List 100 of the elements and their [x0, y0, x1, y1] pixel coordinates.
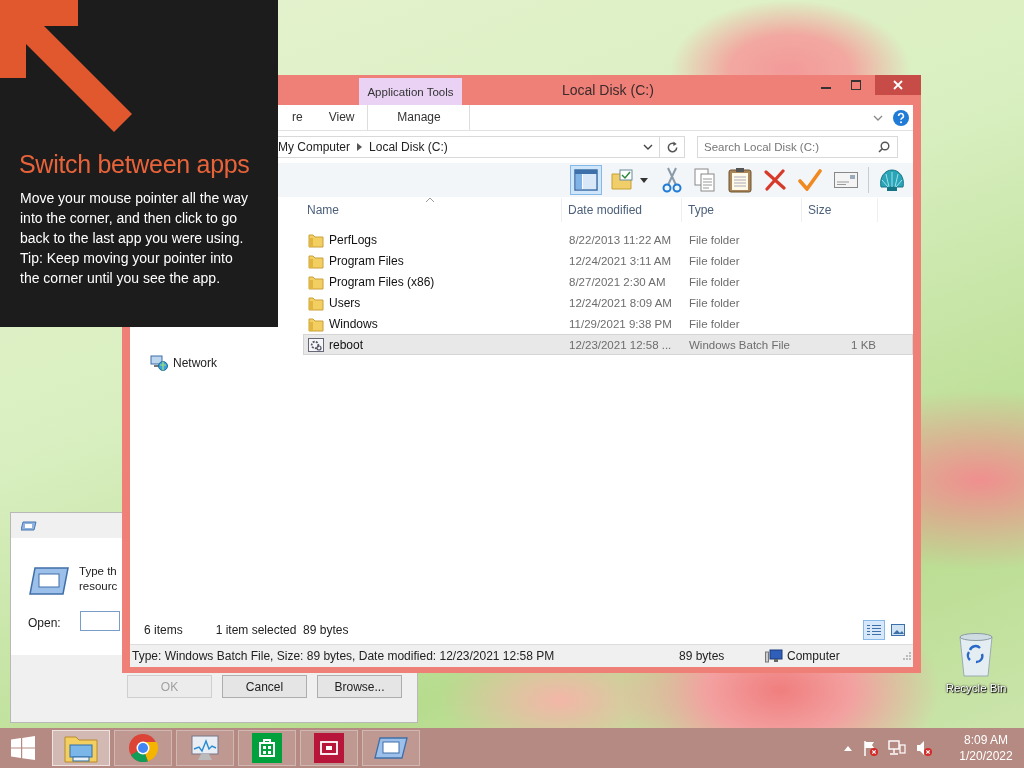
speaker-icon[interactable]	[916, 740, 932, 756]
context-tab-group: Application Tools	[359, 78, 462, 105]
computer-icon	[765, 649, 783, 663]
search-icon	[878, 141, 890, 153]
type-cell-text: File folder	[688, 254, 741, 267]
taskbar-button[interactable]	[52, 730, 110, 766]
batch-file-icon	[308, 336, 324, 353]
taskbar-button[interactable]	[176, 730, 234, 766]
file-row[interactable]: PerfLogs 8/22/2013 11:22 AM File folder	[303, 229, 913, 250]
file-name: Users	[329, 295, 361, 310]
layout-panel-icon	[574, 169, 598, 191]
tip-title: Switch between apps	[19, 150, 250, 179]
run-window-icon	[374, 736, 408, 760]
folder-icon	[308, 294, 324, 311]
copy-icon	[694, 168, 716, 192]
dialog-button[interactable]: Browse...	[317, 675, 402, 698]
file-row[interactable]: Program Files (x86) 8/27/2021 2:30 AM File folder	[303, 271, 913, 292]
chart-monitor-icon	[190, 734, 220, 762]
column-header[interactable]: Type	[682, 198, 802, 222]
screen-icon	[314, 733, 344, 763]
date-cell-text: 12/23/2021 12:58 ...	[568, 338, 673, 351]
open-label: Open:	[28, 616, 61, 630]
taskbar-button[interactable]	[238, 730, 296, 766]
refresh-button[interactable]	[660, 136, 685, 158]
type-cell-text: File folder	[688, 296, 741, 309]
x-mark-icon	[764, 169, 786, 191]
shell-icon	[879, 168, 905, 192]
chevron-icon[interactable]	[873, 114, 883, 121]
breadcrumb-item[interactable]: Local Disk (C:)	[369, 140, 448, 154]
prompt-text: Type th	[79, 564, 118, 579]
scissors-icon	[662, 167, 682, 193]
file-name: reboot	[329, 337, 364, 352]
open-input-field[interactable]	[80, 611, 120, 631]
size-cell-text: 1 KB	[850, 338, 877, 351]
ribbon-tab[interactable]: re	[279, 105, 316, 130]
run-window-icon	[29, 566, 69, 596]
zone-label: Computer	[787, 649, 840, 663]
folder-icon	[308, 252, 324, 269]
run-window-icon	[21, 520, 37, 531]
dialog-button[interactable]: Cancel	[222, 675, 307, 698]
clipboard-icon	[728, 167, 752, 193]
taskbar-button[interactable]	[362, 730, 420, 766]
refresh-icon	[665, 140, 679, 154]
preview-pane-button[interactable]	[570, 165, 602, 195]
help-icon[interactable]	[893, 109, 909, 126]
folder-icon	[308, 315, 324, 332]
checkmark-icon	[798, 169, 822, 191]
flag-icon[interactable]	[862, 740, 878, 756]
card-icon	[834, 172, 858, 188]
ribbon-tab[interactable]: Manage	[367, 105, 471, 130]
item-count: 6 items	[144, 623, 183, 637]
maximize-icon[interactable]	[851, 80, 861, 90]
type-cell-text: File folder	[688, 275, 741, 288]
folder-icon	[308, 231, 324, 248]
type-cell-text: File folder	[688, 317, 741, 330]
nav-item[interactable]: Network	[130, 353, 295, 373]
folder-checklist-icon	[610, 168, 650, 192]
windows-logo-icon	[11, 736, 35, 760]
date-cell-text: 8/27/2021 2:30 AM	[568, 275, 667, 288]
file-name: Program Files	[329, 253, 404, 268]
date-cell-text: 8/22/2013 11:22 AM	[568, 233, 673, 246]
up-caret-icon[interactable]	[844, 745, 852, 751]
network-icon[interactable]	[888, 740, 906, 756]
picture-icon	[891, 624, 905, 636]
file-row[interactable]: Program Files 12/24/2021 3:11 AM File folder	[303, 250, 913, 271]
file-name: Windows	[329, 316, 378, 331]
type-cell-text: File folder	[688, 233, 741, 246]
column-header[interactable]: Size	[802, 198, 878, 222]
prompt-text: resourc	[79, 579, 118, 594]
shopping-bag-icon	[252, 733, 282, 763]
column-header[interactable]: Date modified	[562, 198, 682, 222]
resize-grip-icon[interactable]	[903, 652, 911, 660]
network-icon	[150, 355, 168, 371]
search-field[interactable]: Search Local Disk (C:)	[697, 136, 898, 158]
details-view-button[interactable]	[863, 620, 885, 640]
folder-icon	[308, 273, 324, 290]
ribbon-tab[interactable]: View	[315, 105, 368, 130]
type-cell-text: Windows Batch File	[688, 338, 791, 351]
browser-icon	[128, 733, 158, 763]
close-button[interactable]	[875, 75, 921, 95]
dropdown-icon[interactable]	[643, 144, 653, 150]
recycle-bin-icon	[958, 632, 994, 678]
file-row[interactable]: Users 12/24/2021 8:09 AM File folder	[303, 292, 913, 313]
tip-text: Tip: Keep moving your pointer into the corner until you see the app.	[20, 249, 234, 288]
breadcrumb-item[interactable]: My Computer	[278, 140, 351, 154]
taskbar-button[interactable]	[114, 730, 172, 766]
column-header[interactable]: Name	[303, 198, 562, 222]
taskbar-button[interactable]	[300, 730, 358, 766]
close-icon	[893, 80, 903, 90]
tip-text: Move your mouse pointer all the way into the corner, and then click to go back to the last app you were using.	[20, 189, 248, 248]
file-row[interactable]: Windows 11/29/2021 9:38 PM File folder	[303, 313, 913, 334]
file-row[interactable]: reboot 12/23/2021 12:58 ... Windows Batch File 1 KB	[303, 334, 913, 355]
arrow-icon	[0, 0, 132, 132]
date-cell-text: 11/29/2021 9:38 PM	[568, 317, 673, 330]
status-size: 89 bytes	[679, 649, 726, 663]
file-name: Program Files (x86)	[329, 274, 435, 289]
folder-icon	[64, 733, 98, 763]
selection-info: 1 item selected 89 bytes	[215, 623, 349, 637]
chevron-right-icon	[357, 143, 363, 151]
window-title: Local Disk (C:)	[562, 82, 654, 98]
